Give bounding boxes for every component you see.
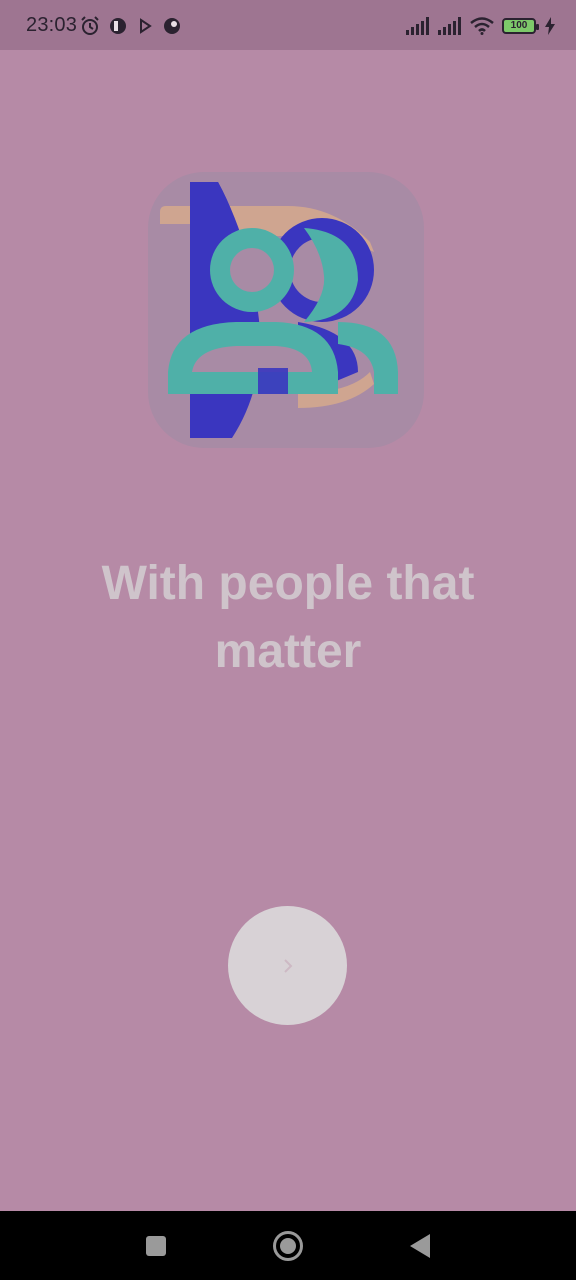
chevron-right-icon	[283, 958, 292, 973]
back-button[interactable]	[385, 1211, 455, 1280]
onboarding-screen: With people that matter	[0, 50, 576, 1211]
recents-icon	[146, 1235, 166, 1256]
wifi-icon	[470, 17, 494, 35]
tagline-line-2: matter	[214, 625, 362, 678]
system-navigation-bar	[0, 1211, 576, 1280]
home-button[interactable]	[253, 1211, 323, 1280]
play-icon	[140, 18, 152, 34]
people-logo-icon	[160, 182, 398, 438]
battery-icon: 100	[502, 18, 539, 34]
tagline-line-1: With people that	[101, 557, 475, 610]
onboarding-tagline: With people that matter	[0, 550, 576, 686]
app-notification-icon	[110, 18, 126, 34]
status-icons-left	[80, 14, 182, 38]
signal-icon	[438, 17, 461, 35]
alarm-icon	[81, 16, 99, 35]
charging-icon	[545, 17, 555, 35]
status-icons-right: 100	[406, 14, 556, 38]
home-icon	[273, 1230, 303, 1261]
app-logo	[148, 172, 424, 448]
next-button[interactable]	[228, 906, 347, 1025]
status-time: 23:03	[26, 14, 78, 36]
app-notification-icon	[164, 18, 180, 34]
signal-icon	[406, 17, 429, 35]
status-bar: 23:03 100	[0, 0, 576, 50]
battery-level: 100	[510, 20, 528, 31]
recents-button[interactable]	[121, 1211, 191, 1280]
back-icon	[410, 1233, 430, 1258]
